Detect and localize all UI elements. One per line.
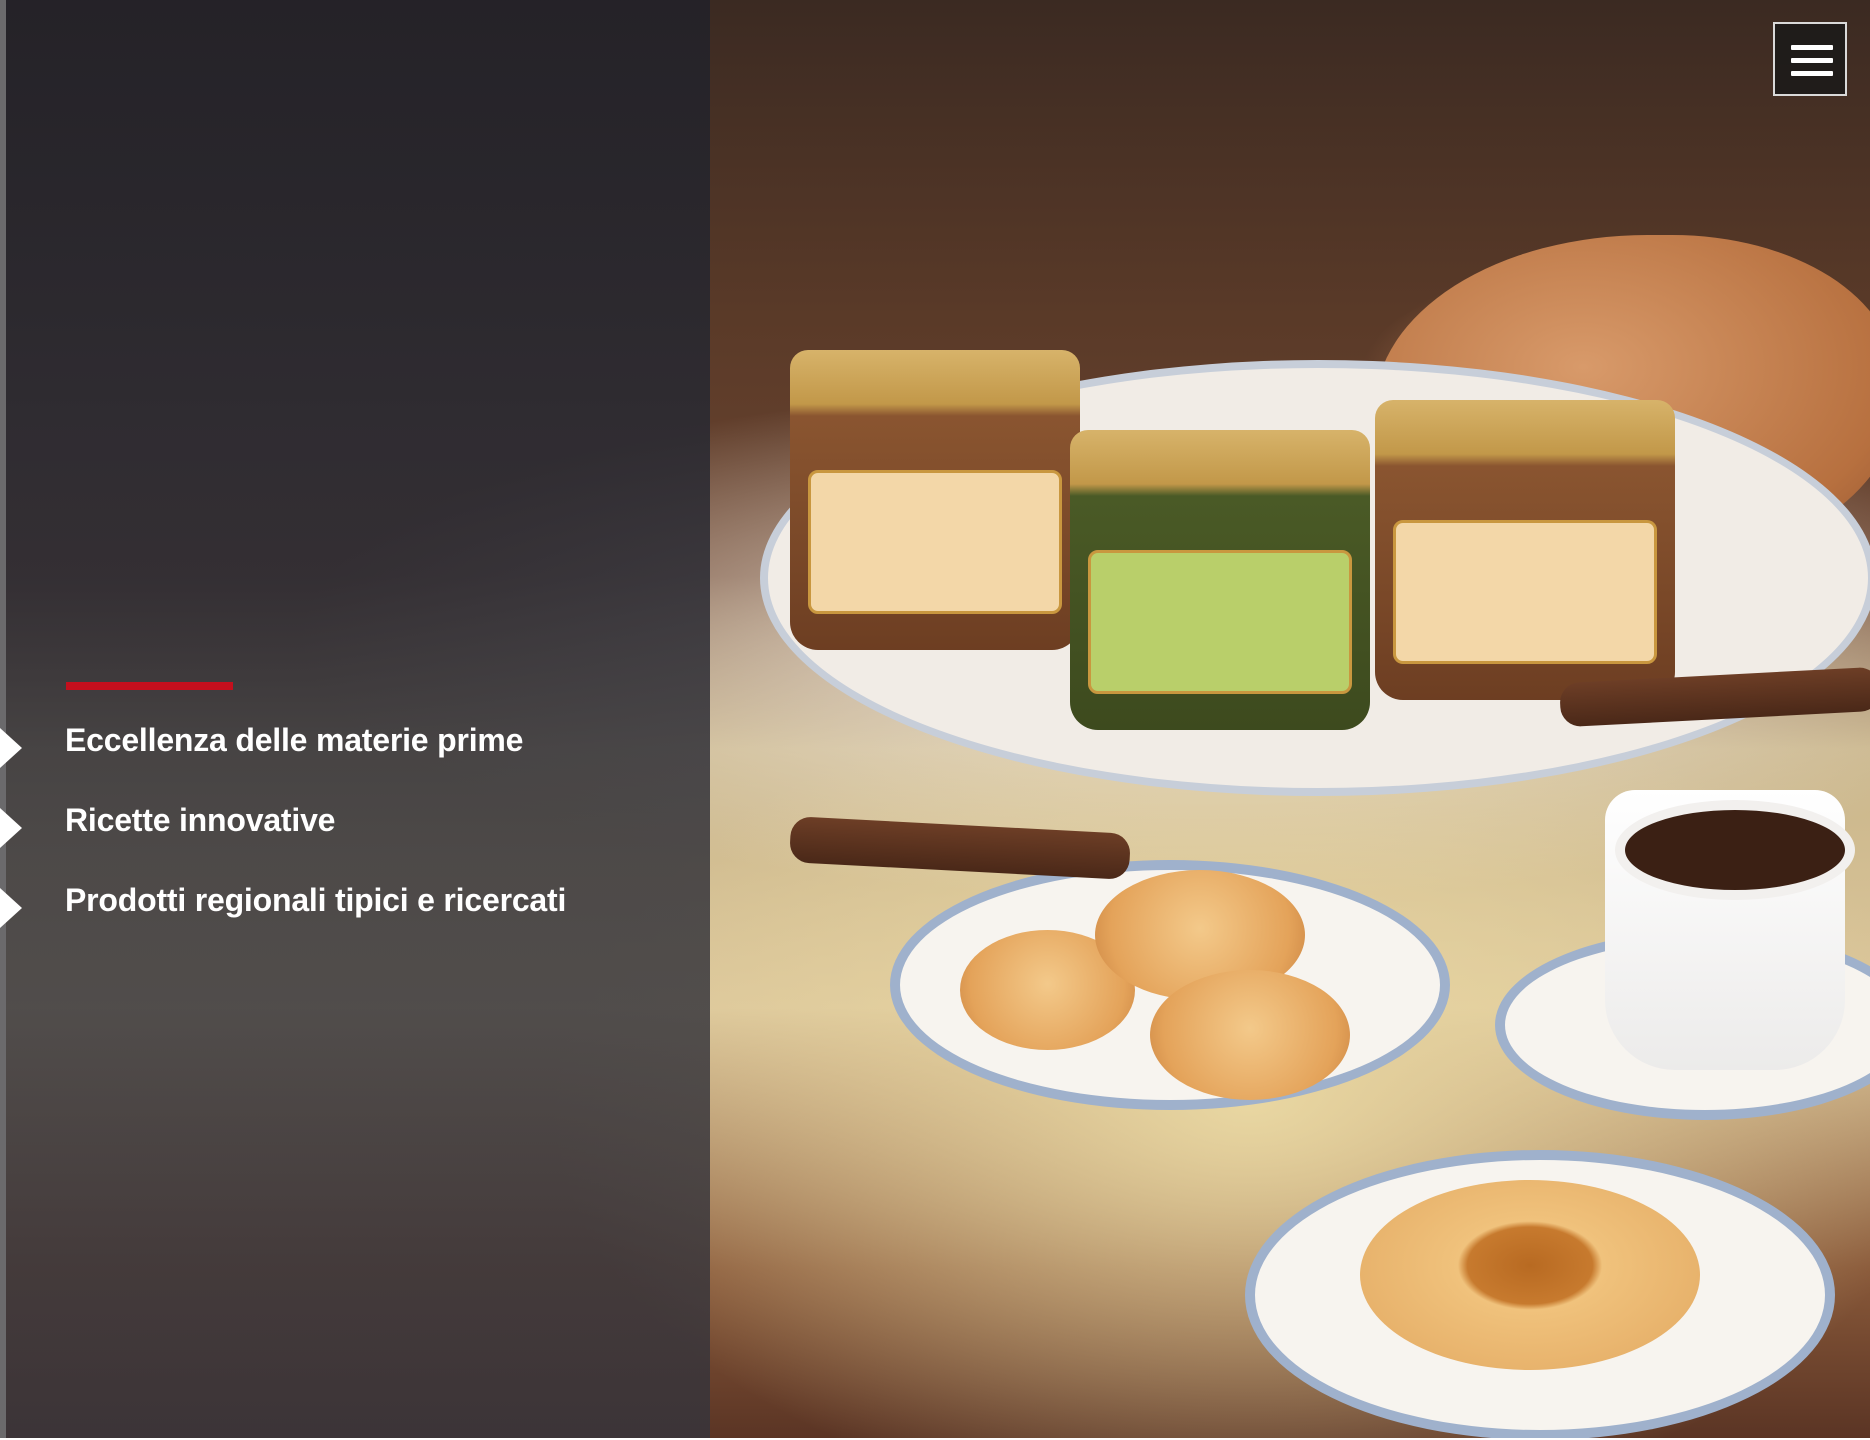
feature-label: Prodotti regionali tipici e ricercati — [65, 882, 567, 918]
hazelnut-cream-jar — [1375, 400, 1675, 700]
pistachio-cream-jar — [1070, 430, 1370, 730]
triangle-bullet-icon — [0, 888, 22, 928]
hamburger-menu-button[interactable] — [1773, 22, 1847, 96]
knife — [789, 816, 1131, 880]
coffee — [1615, 800, 1855, 900]
text-overlay-panel — [6, 0, 710, 1438]
almond-cream-jar — [790, 350, 1080, 650]
feature-label: Ricette innovative — [65, 802, 336, 838]
tart — [1360, 1180, 1700, 1370]
triangle-bullet-icon — [0, 808, 22, 848]
feature-label: Eccellenza delle materie prime — [65, 722, 524, 758]
accent-line — [66, 682, 233, 690]
cookie — [1150, 970, 1350, 1100]
triangle-bullet-icon — [0, 728, 22, 768]
